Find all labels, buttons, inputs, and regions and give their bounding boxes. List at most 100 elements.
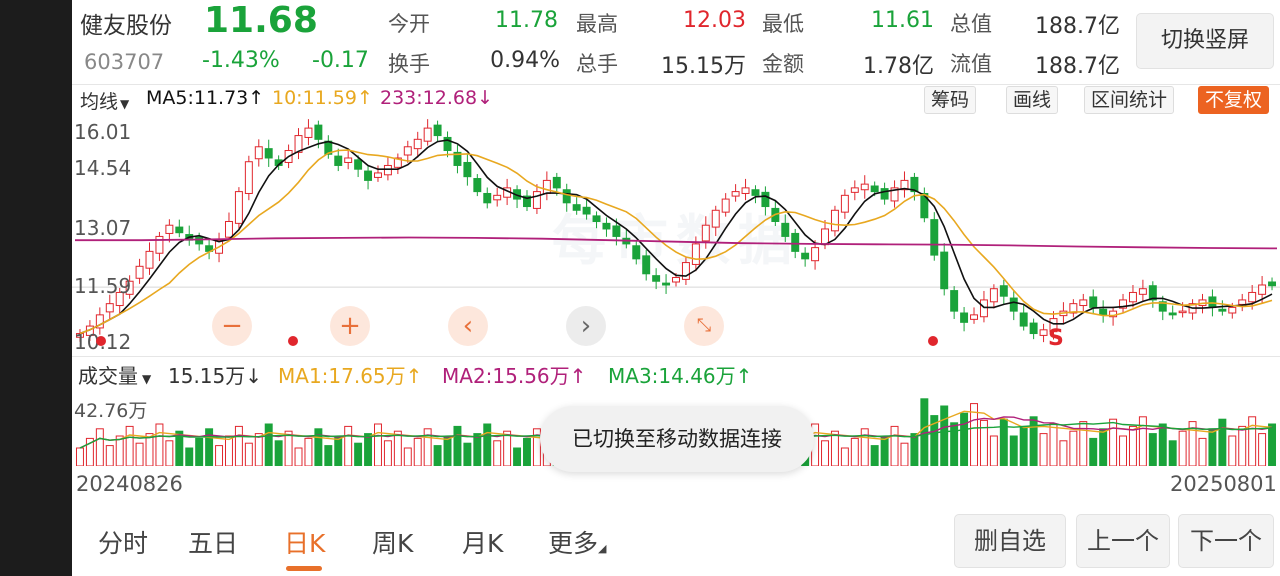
volume-bar-up [105,445,114,466]
volume-bar-down [1208,428,1217,466]
candle-down [781,222,790,237]
tab-daily-k[interactable]: 日K [284,524,325,560]
volume-bar-up [165,440,174,466]
candle-down [662,282,671,286]
candle-up [1138,288,1147,295]
candle-down [602,222,611,230]
candle-down [1089,296,1098,308]
remove-favorite-button[interactable]: 删自选 [954,514,1066,568]
candle-up [234,191,243,224]
signal-dot-left [96,336,106,346]
volume-bar-down [950,422,959,466]
candle-up [254,146,263,160]
stat-label-amount: 金额 [762,52,804,76]
price-axis-label-0: 16.01 [74,120,132,144]
zoom-out-button[interactable]: − [212,306,252,346]
candle-down [940,251,949,290]
candle-down [572,204,581,211]
volume-bar-up [1049,423,1058,466]
candle-down [562,189,571,204]
volume-bar-up [1069,430,1078,466]
volume-max-label: 42.76万 [74,400,148,422]
range-stats-button[interactable]: 区间统计 [1084,86,1175,114]
candle-down [999,285,1008,297]
vol-ma3-text: MA3:14.46万 [608,364,736,388]
tab-monthly-k[interactable]: 月K [462,524,503,560]
volume-bar-down [910,433,919,466]
ma-type-selector[interactable]: 均线 ▼ [80,87,129,114]
collapse-button[interactable]: ⤡ [684,306,724,346]
volume-bar-down [443,435,452,466]
volume-bar-up [1109,418,1118,466]
dropdown-corner-icon: ◢ [598,542,607,555]
volume-bar-down [1099,428,1108,466]
candle-up [989,288,998,303]
candle-down [642,255,651,275]
volume-bar-up [234,425,243,466]
candle-up [344,157,353,163]
scroll-right-button[interactable]: › [566,306,606,346]
volume-bar-down [940,405,949,466]
tab-more[interactable]: 更多◢ [548,524,606,560]
vol-ma1-up-arrow-icon: ↑ [405,364,423,388]
volume-bar-down [274,440,283,466]
candle-down [473,178,482,193]
vol-ma2-text: MA2:15.56万 [442,364,570,388]
change-amount: -0.17 [312,48,369,73]
ma5-text: MA5:11.73 [146,87,249,109]
candle-up [532,191,541,209]
ma10-up-arrow-icon: ↑ [356,87,373,109]
candle-down [1009,297,1018,312]
volume-bar-up [840,447,849,466]
tab-five-day[interactable]: 五日 [188,524,238,560]
tab-weekly-k[interactable]: 周K [372,524,413,560]
volume-bar-up [890,425,899,466]
end-date: 20250801 [1170,472,1277,496]
vol-ma1-text: MA1:17.65万 [278,364,406,388]
candle-up [244,161,253,194]
price-axis-label-3: 11.59 [74,274,132,298]
chips-button[interactable]: 筹码 [924,86,977,114]
volume-bar-down [433,445,442,466]
zoom-in-button[interactable]: + [330,306,370,346]
candle-up [721,198,730,213]
volume-bar-up [1059,440,1068,466]
candlestick-chart[interactable] [72,118,1280,356]
ma-type-label: 均线 [80,91,119,113]
volume-bar-up [850,437,859,466]
vol-ma2-up-arrow-icon: ↑ [569,364,587,388]
stat-value-low: 11.61 [871,8,934,33]
ma5-up-arrow-icon: ↑ [248,87,265,109]
volume-bar-up [900,442,909,466]
candle-down [334,155,343,166]
volume-bar-down [463,442,472,466]
volume-bar-down [483,423,492,466]
switch-portrait-button[interactable]: 切换竖屏 [1136,13,1274,69]
change-percent: -1.43% [202,48,280,73]
draw-line-button[interactable]: 画线 [1006,86,1059,114]
candle-up [979,299,988,318]
sell-signal-label: S [1048,326,1064,351]
candle-down [751,189,760,196]
price-axis-label-1: 14.54 [74,156,132,180]
chevron-down-icon: ▼ [142,372,152,386]
stat-label-float-value: 流值 [950,52,992,76]
candle-up [672,277,680,283]
volume-bar-down [264,423,273,466]
candle-up [304,127,313,138]
no-adjust-button[interactable]: 不复权 [1198,86,1270,114]
volume-bar-up [115,435,124,466]
next-stock-button[interactable]: 下一个 [1178,514,1274,568]
volume-type-selector[interactable]: 成交量 ▼ [78,360,151,389]
volume-bar-up [254,433,263,466]
tab-intraday[interactable]: 分时 [98,524,148,560]
ma233-down-arrow-icon: ↓ [477,87,493,109]
previous-stock-button[interactable]: 上一个 [1076,514,1170,568]
candle-down [314,124,323,140]
candle-down [1168,312,1177,316]
candle-down [870,185,879,193]
scroll-left-button[interactable]: ‹ [448,306,488,346]
volume-bar-down [1158,423,1167,466]
ma5-value: MA5:11.73↑ [146,87,264,109]
volume-bar-down [870,445,879,466]
